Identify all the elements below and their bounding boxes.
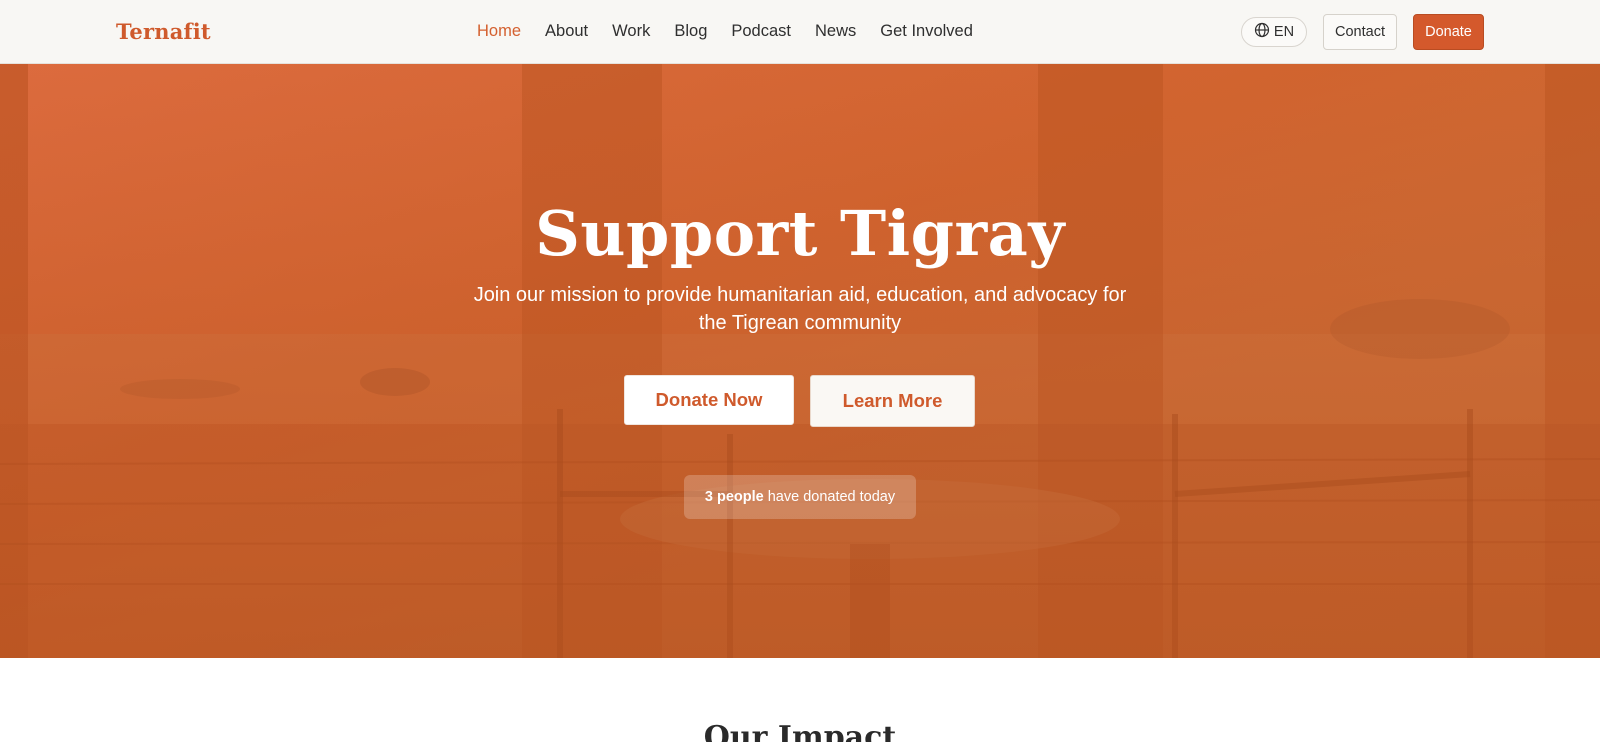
hero-background-image [0,64,1600,658]
nav-item-news[interactable]: News [815,22,856,41]
nav-item-about[interactable]: About [545,22,588,41]
main-nav: Home About Work Blog Podcast News Get In… [477,22,997,41]
site-header: Ternafit Home About Work Blog Podcast Ne… [0,0,1600,64]
nav-item-blog[interactable]: Blog [674,22,707,41]
contact-button[interactable]: Contact [1323,14,1397,50]
impact-section-title: Our Impact [703,720,897,742]
language-selector[interactable]: EN [1241,17,1307,47]
learn-more-button[interactable]: Learn More [810,375,975,427]
nav-item-home[interactable]: Home [477,22,521,41]
donate-now-button[interactable]: Donate Now [624,375,794,425]
nav-item-work[interactable]: Work [612,22,650,41]
donor-count: 3 people [704,489,764,505]
donor-text: have donated today [767,489,896,505]
hero-subtitle: Join our mission to provide humanitarian… [473,284,1127,334]
hero-title: Support Tigray [535,197,1065,270]
nav-item-get-involved[interactable]: Get Involved [880,22,973,41]
language-label: EN [1273,24,1295,40]
site-logo[interactable]: Ternafit [116,19,211,44]
donate-button[interactable]: Donate [1413,14,1484,50]
hero-section: Support Tigray Join our mission to provi… [0,64,1600,658]
donation-counter-badge: 3 people have donated today [684,475,916,519]
nav-item-podcast[interactable]: Podcast [731,22,791,41]
globe-icon [1254,22,1270,42]
